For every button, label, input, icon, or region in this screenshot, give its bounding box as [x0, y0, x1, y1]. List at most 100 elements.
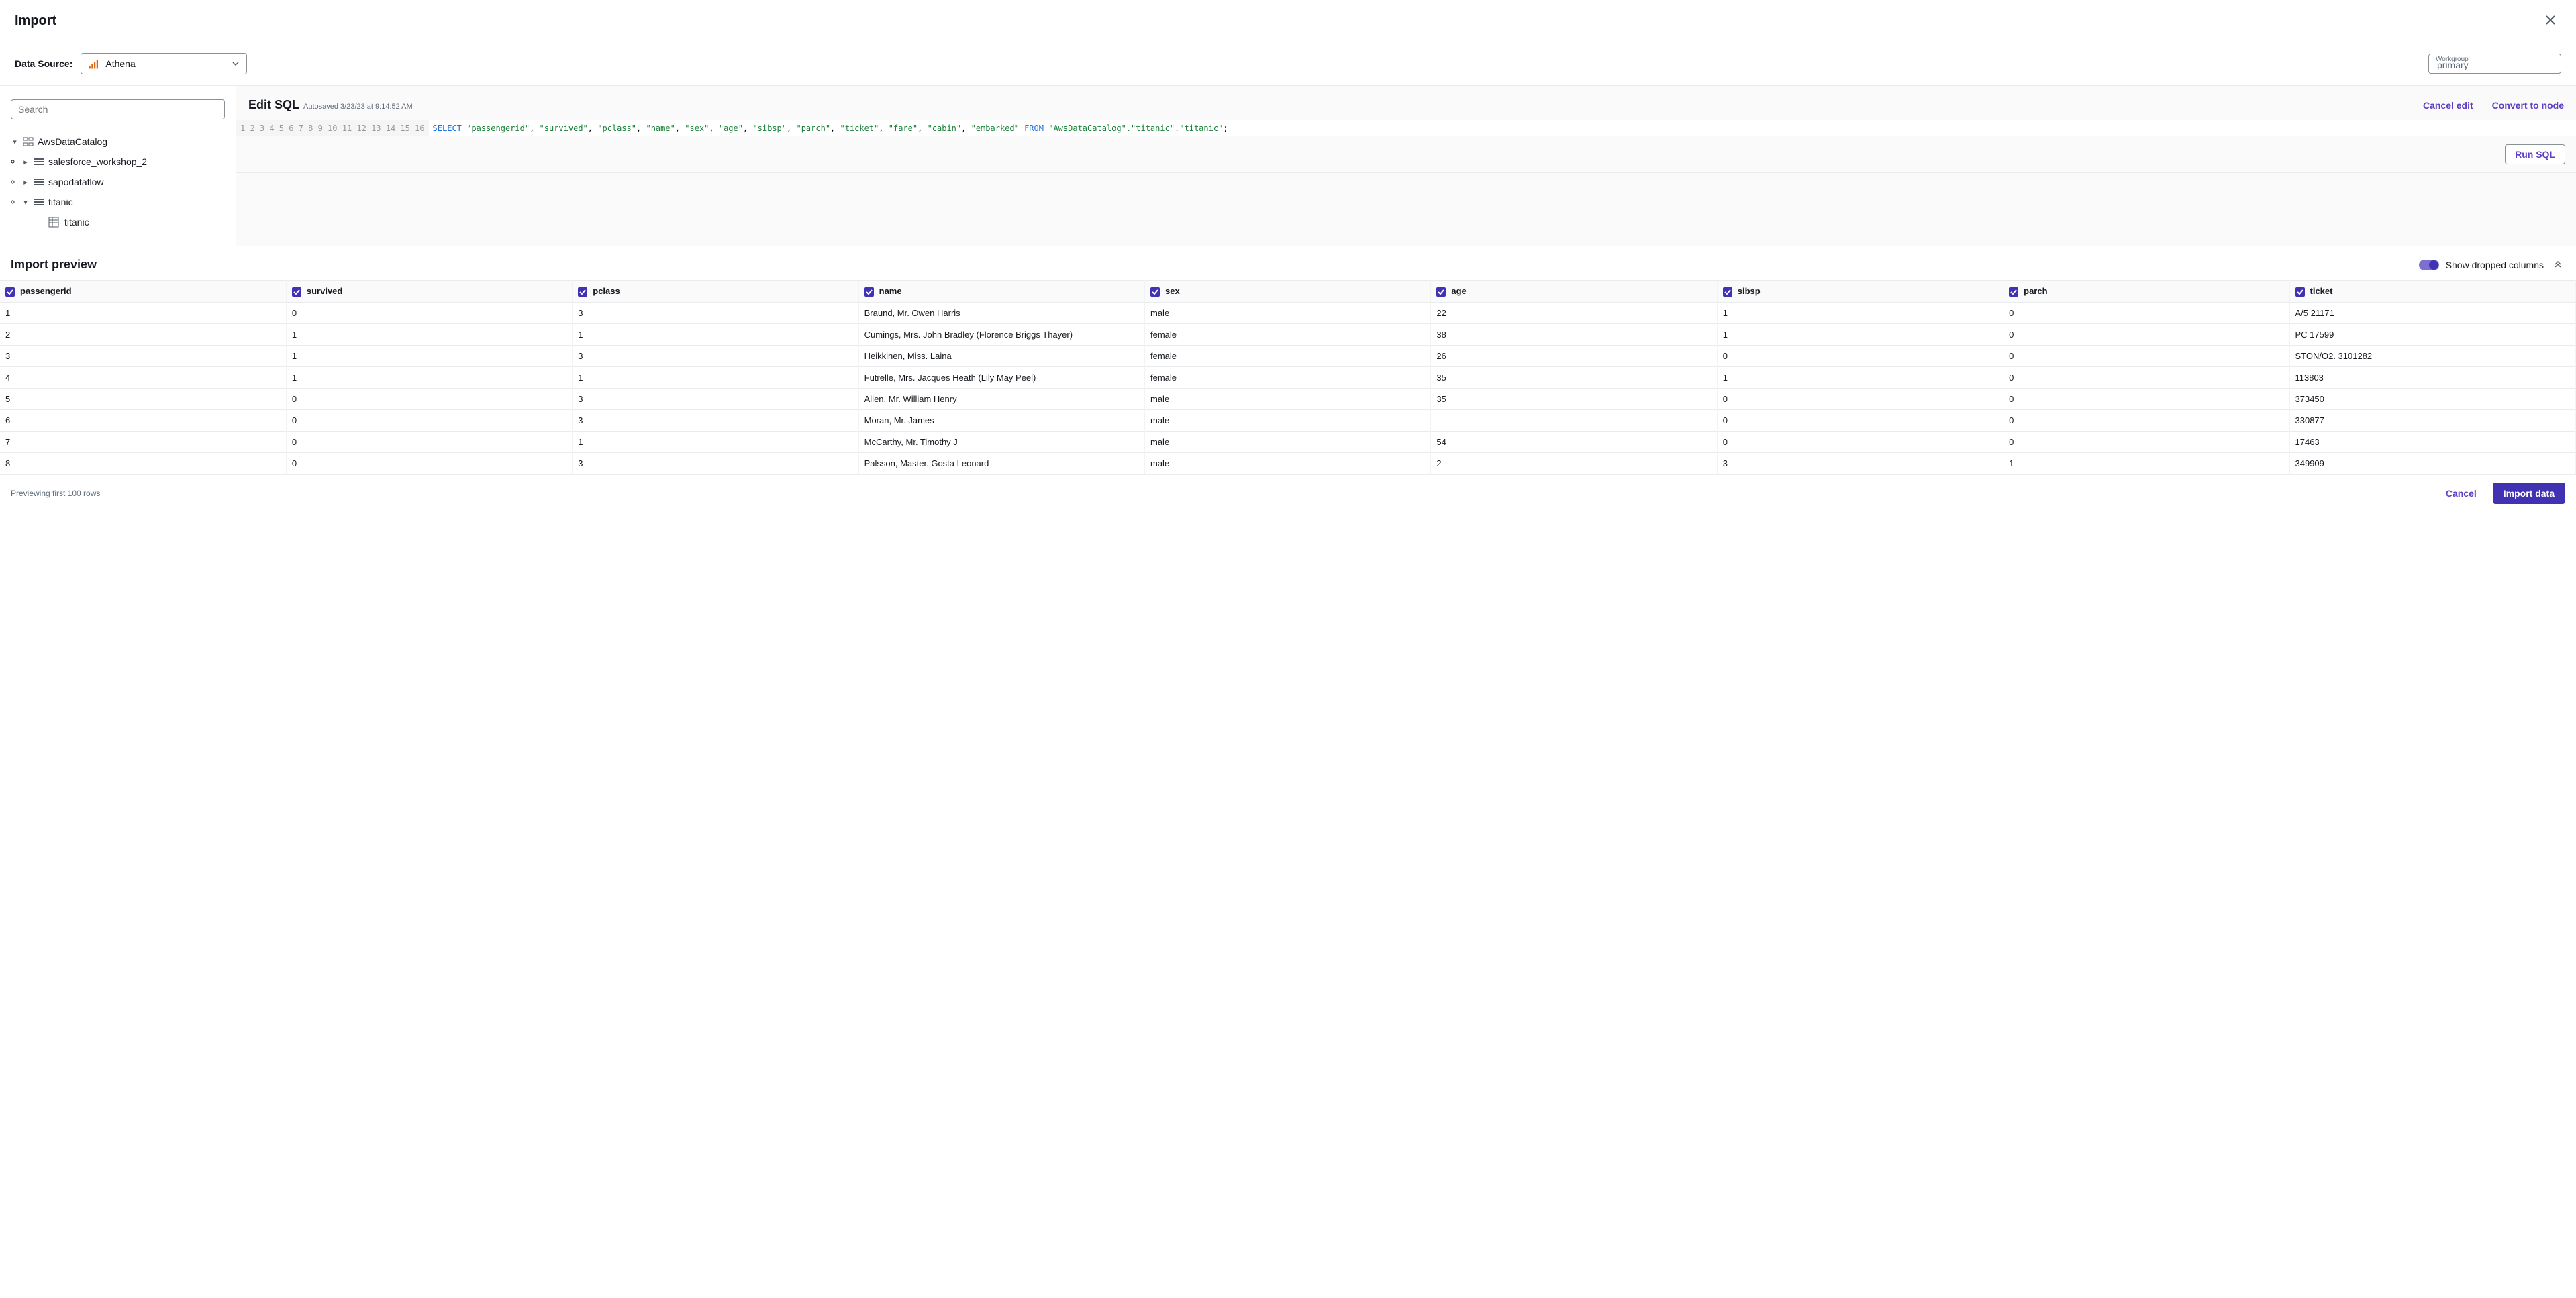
table-cell: 2 — [1431, 452, 1717, 474]
tree-root-label: AwsDataCatalog — [38, 136, 107, 147]
column-checkbox[interactable] — [2009, 287, 2018, 297]
column-header-sex[interactable]: sex — [1145, 281, 1431, 303]
table-cell: 1 — [286, 366, 572, 388]
table-cell: 3 — [573, 409, 858, 431]
column-label: name — [879, 286, 902, 296]
table-cell: 0 — [286, 409, 572, 431]
table-header-row: passengerid survived pclass name sex age sibsp… — [0, 281, 2576, 303]
table-cell: 0 — [286, 452, 572, 474]
schema-icon — [34, 156, 44, 167]
editor-title: Edit SQL — [248, 98, 299, 112]
table-body: 103Braund, Mr. Owen Harrismale2210A/5 21… — [0, 302, 2576, 474]
table-cell: female — [1145, 323, 1431, 345]
table-cell: McCarthy, Mr. Timothy J — [858, 431, 1144, 452]
page-title: Import — [15, 13, 56, 29]
sql-editor[interactable]: 1 2 3 4 5 6 7 8 9 10 11 12 13 14 15 16 S… — [236, 120, 2576, 136]
chevron-double-up-icon — [2553, 259, 2563, 268]
table-cell: Heikkinen, Miss. Laina — [858, 345, 1144, 366]
show-dropped-toggle[interactable] — [2419, 260, 2439, 270]
table-cell: male — [1145, 431, 1431, 452]
datasource-select[interactable]: Athena — [81, 53, 247, 74]
table-cell: male — [1145, 302, 1431, 323]
schema-icon — [34, 177, 44, 187]
table-cell: Palsson, Master. Gosta Leonard — [858, 452, 1144, 474]
column-label: age — [1451, 286, 1466, 296]
table-cell: 0 — [286, 302, 572, 323]
column-checkbox[interactable] — [1723, 287, 1732, 297]
table-cell: 26 — [1431, 345, 1717, 366]
table-cell: 3 — [0, 345, 286, 366]
workgroup-label: Workgroup — [2436, 56, 2469, 63]
table-cell: 0 — [2003, 366, 2289, 388]
chevron-right-icon: ▸ — [21, 158, 30, 166]
table-cell: 3 — [573, 302, 858, 323]
table-cell: PC 17599 — [2289, 323, 2576, 345]
column-checkbox[interactable] — [578, 287, 587, 297]
schema-icon — [34, 197, 44, 207]
table-cell: 8 — [0, 452, 286, 474]
table-row: 603Moran, Mr. Jamesmale00330877 — [0, 409, 2576, 431]
tree-item-sapodataflow[interactable]: ▸sapodataflow — [21, 172, 225, 192]
column-header-pclass[interactable]: pclass — [573, 281, 858, 303]
table-cell: 1 — [286, 323, 572, 345]
close-button[interactable] — [2540, 9, 2561, 32]
table-cell: 1 — [0, 302, 286, 323]
cancel-button[interactable]: Cancel — [2435, 483, 2487, 504]
collapse-button[interactable] — [2550, 256, 2565, 273]
column-header-name[interactable]: name — [858, 281, 1144, 303]
column-label: survived — [307, 286, 342, 296]
workgroup-field[interactable]: Workgroup primary — [2428, 54, 2561, 74]
table-cell: 0 — [2003, 431, 2289, 452]
editor-header: Edit SQL Autosaved 3/23/23 at 9:14:52 AM… — [236, 86, 2576, 120]
tree-leaf-label: titanic — [64, 217, 89, 228]
table-cell: 38 — [1431, 323, 1717, 345]
tree-item-label: titanic — [48, 197, 73, 207]
tree-item-titanic[interactable]: ▾ titanic — [21, 192, 225, 212]
table-cell: 4 — [0, 366, 286, 388]
table-cell: 0 — [2003, 345, 2289, 366]
column-checkbox[interactable] — [864, 287, 874, 297]
table-cell: 0 — [2003, 388, 2289, 409]
table-row: 313Heikkinen, Miss. Lainafemale2600STON/… — [0, 345, 2576, 366]
table-cell: 0 — [1717, 431, 2003, 452]
column-header-age[interactable]: age — [1431, 281, 1717, 303]
sql-code[interactable]: SELECT "passengerid", "survived", "pclas… — [429, 120, 2576, 136]
table-cell: 3 — [573, 452, 858, 474]
convert-to-node-button[interactable]: Convert to node — [2492, 100, 2564, 111]
table-row: 103Braund, Mr. Owen Harrismale2210A/5 21… — [0, 302, 2576, 323]
run-sql-button[interactable]: Run SQL — [2505, 144, 2565, 164]
table-row: 701McCarthy, Mr. Timothy Jmale540017463 — [0, 431, 2576, 452]
search-box[interactable] — [11, 99, 225, 119]
table-cell: 17463 — [2289, 431, 2576, 452]
column-header-sibsp[interactable]: sibsp — [1717, 281, 2003, 303]
tree-root[interactable]: ▾ AwsDataCatalog — [11, 132, 225, 152]
column-label: sex — [1165, 286, 1180, 296]
search-input[interactable] — [18, 104, 217, 115]
column-label: sibsp — [1738, 286, 1761, 296]
column-header-ticket[interactable]: ticket — [2289, 281, 2576, 303]
tree-item-label: sapodataflow — [48, 177, 104, 187]
table-cell: 0 — [2003, 323, 2289, 345]
datasource-value: Athena — [105, 58, 135, 69]
tree-item-salesforce_workshop_2[interactable]: ▸salesforce_workshop_2 — [21, 152, 225, 172]
cancel-edit-button[interactable]: Cancel edit — [2423, 100, 2473, 111]
column-checkbox[interactable] — [292, 287, 301, 297]
table-row: 411Futrelle, Mrs. Jacques Heath (Lily Ma… — [0, 366, 2576, 388]
chevron-down-icon: ▾ — [21, 198, 30, 207]
column-checkbox[interactable] — [1436, 287, 1446, 297]
import-data-button[interactable]: Import data — [2493, 483, 2565, 504]
column-header-parch[interactable]: parch — [2003, 281, 2289, 303]
column-header-survived[interactable]: survived — [286, 281, 572, 303]
column-label: parch — [2024, 286, 2047, 296]
column-checkbox[interactable] — [1150, 287, 1160, 297]
column-label: ticket — [2310, 286, 2333, 296]
table-cell: 0 — [1717, 345, 2003, 366]
column-checkbox[interactable] — [2295, 287, 2305, 297]
table-cell: 0 — [286, 388, 572, 409]
column-header-passengerid[interactable]: passengerid — [0, 281, 286, 303]
tree-leaf-titanic[interactable]: titanic — [21, 212, 225, 232]
preview-table-wrap[interactable]: passengerid survived pclass name sex age sibsp… — [0, 280, 2576, 474]
table-cell: Cumings, Mrs. John Bradley (Florence Bri… — [858, 323, 1144, 345]
table-cell: Allen, Mr. William Henry — [858, 388, 1144, 409]
column-checkbox[interactable] — [5, 287, 15, 297]
